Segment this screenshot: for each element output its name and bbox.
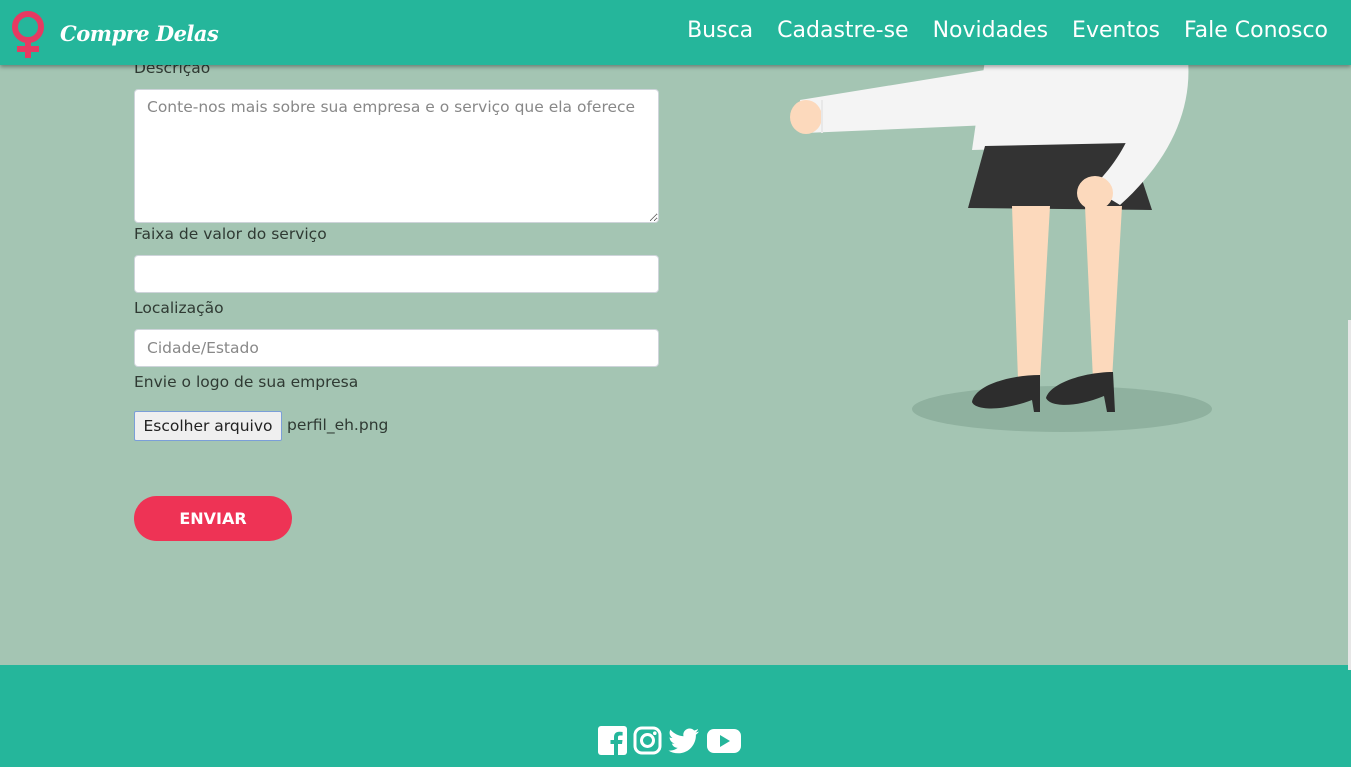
brand-name[interactable]: Compre Delas — [60, 21, 219, 46]
nav-item-eventos[interactable]: Eventos — [1072, 18, 1160, 43]
twitter-icon[interactable] — [668, 726, 700, 759]
youtube-icon[interactable] — [706, 726, 742, 759]
selected-file-name: perfil_eh.png — [287, 416, 389, 434]
instagram-icon[interactable] — [633, 726, 662, 759]
logo-upload-label: Envie o logo de sua empresa — [134, 373, 359, 391]
nav-item-novidades[interactable]: Novidades — [933, 18, 1048, 43]
nav-item-busca[interactable]: Busca — [687, 18, 753, 43]
price-range-label: Faixa de valor do serviço — [134, 225, 327, 243]
choose-file-button[interactable]: Escolher arquivo — [134, 411, 282, 441]
main-nav: Busca Cadastre-se Novidades Eventos Fale… — [663, 18, 1328, 43]
social-links — [598, 726, 742, 759]
navbar: Compre Delas Busca Cadastre-se Novidades… — [0, 0, 1351, 65]
female-symbol-icon — [12, 11, 44, 58]
nav-item-cadastre-se[interactable]: Cadastre-se — [777, 18, 908, 43]
submit-button[interactable]: ENVIAR — [134, 496, 292, 541]
nav-item-fale-conosco[interactable]: Fale Conosco — [1184, 18, 1328, 43]
location-label: Localização — [134, 299, 224, 317]
woman-illustration — [790, 60, 1212, 432]
facebook-icon[interactable] — [598, 726, 627, 759]
description-textarea[interactable] — [134, 89, 659, 223]
brand-logo-link[interactable] — [8, 11, 48, 59]
price-range-input[interactable] — [134, 255, 659, 293]
location-input[interactable] — [134, 329, 659, 367]
